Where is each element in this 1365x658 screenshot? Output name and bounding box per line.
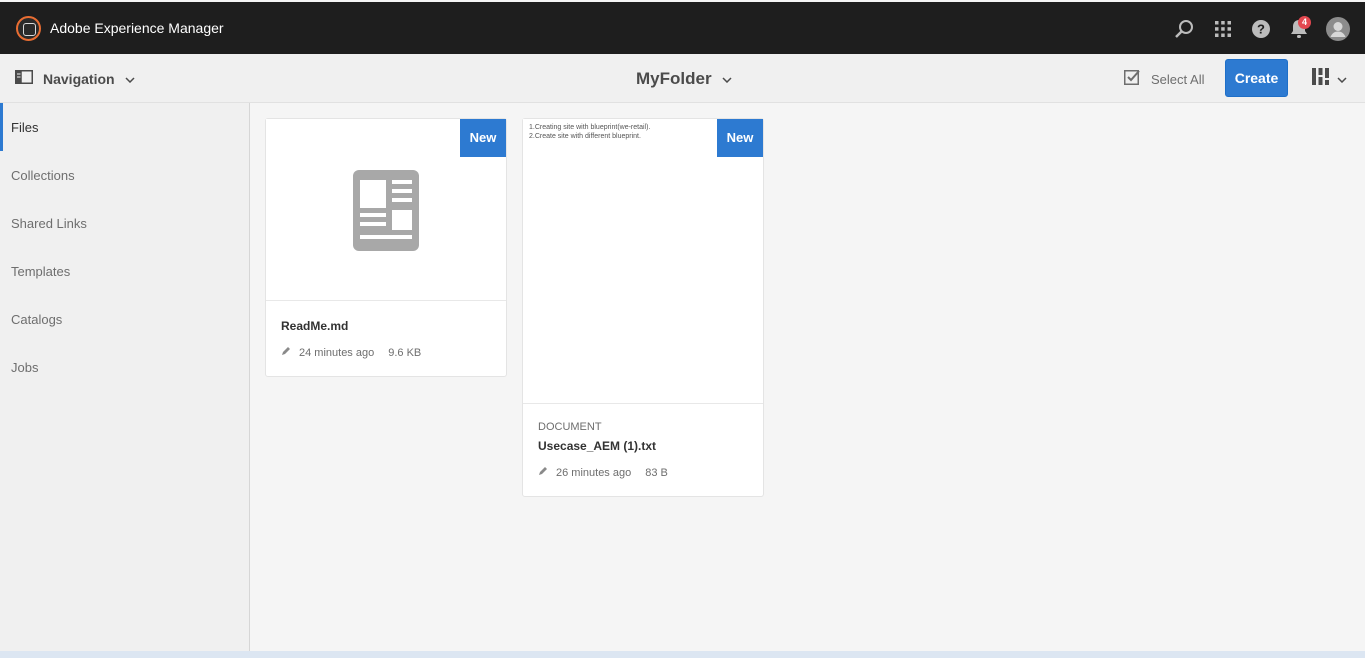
new-flag-badge: New: [460, 119, 506, 157]
rail-item-files[interactable]: Files: [0, 103, 249, 151]
left-rail: Files Collections Shared Links Templates…: [0, 103, 250, 651]
checkbox-select-icon: [1124, 68, 1141, 90]
asset-size: 9.6 KB: [388, 346, 422, 359]
create-button[interactable]: Create: [1225, 59, 1288, 97]
asset-modified: 24 minutes ago: [299, 346, 375, 359]
select-all-button[interactable]: Select All: [1124, 69, 1204, 89]
notification-badge: 4: [1298, 16, 1311, 29]
pencil-icon: [538, 466, 548, 479]
asset-thumbnail: 1.Creating site with blueprint(we-retail…: [523, 119, 763, 404]
asset-meta: 26 minutes ago 83 B: [538, 466, 668, 479]
preview-line: 2.Create site with different blueprint.: [529, 133, 641, 140]
text-preview: 1.Creating site with blueprint(we-retail…: [529, 123, 650, 141]
rail-item-jobs[interactable]: Jobs: [0, 343, 249, 391]
folder-title: MyFolder: [636, 69, 712, 88]
asset-name: Usecase_AEM (1).txt: [538, 439, 657, 453]
navigation-label: Navigation: [43, 71, 115, 87]
help-icon[interactable]: ?: [1249, 17, 1273, 41]
chevron-down-icon: [722, 70, 732, 88]
folder-title-dropdown[interactable]: MyFolder: [636, 68, 732, 90]
app-title[interactable]: Adobe Experience Manager: [50, 20, 224, 36]
asset-type: DOCUMENT: [538, 421, 602, 433]
pencil-icon: [281, 346, 291, 359]
chevron-down-icon: [125, 70, 135, 88]
action-bar: Navigation MyFolder Select All Create: [0, 54, 1365, 103]
view-switcher[interactable]: [1312, 68, 1347, 90]
apps-grid-icon[interactable]: [1211, 17, 1235, 41]
preview-line: 1.Creating site with blueprint(we-retail…: [529, 124, 651, 131]
asset-modified: 26 minutes ago: [556, 466, 632, 479]
svg-text:?: ?: [1257, 22, 1265, 37]
card-view-icon: [1312, 68, 1329, 90]
search-icon[interactable]: [1172, 17, 1196, 41]
navigation-toggle[interactable]: Navigation: [15, 66, 135, 92]
asset-card[interactable]: New ReadMe.md 24 minutes ago 9.6 KB: [265, 118, 507, 377]
taskbar-edge: [0, 651, 1365, 658]
asset-card[interactable]: 1.Creating site with blueprint(we-retail…: [522, 118, 764, 497]
aem-logo-icon[interactable]: [16, 16, 41, 41]
asset-name: ReadMe.md: [281, 319, 349, 333]
shell-bar: Adobe Experience Manager ? 4: [0, 0, 1365, 54]
rail-toggle-icon: [15, 69, 33, 89]
rail-item-shared-links[interactable]: Shared Links: [0, 199, 249, 247]
new-flag-badge: New: [717, 119, 763, 157]
asset-meta: 24 minutes ago 9.6 KB: [281, 346, 421, 359]
rail-item-templates[interactable]: Templates: [0, 247, 249, 295]
document-icon: [353, 170, 419, 256]
asset-size: 83 B: [645, 466, 668, 479]
rail-item-collections[interactable]: Collections: [0, 151, 249, 199]
rail-item-catalogs[interactable]: Catalogs: [0, 295, 249, 343]
chevron-down-icon: [1337, 70, 1347, 88]
content-area: New ReadMe.md 24 minutes ago 9.6 KB 1.Cr…: [251, 103, 1365, 651]
user-avatar-icon[interactable]: [1326, 17, 1350, 41]
select-all-label: Select All: [1151, 71, 1205, 87]
